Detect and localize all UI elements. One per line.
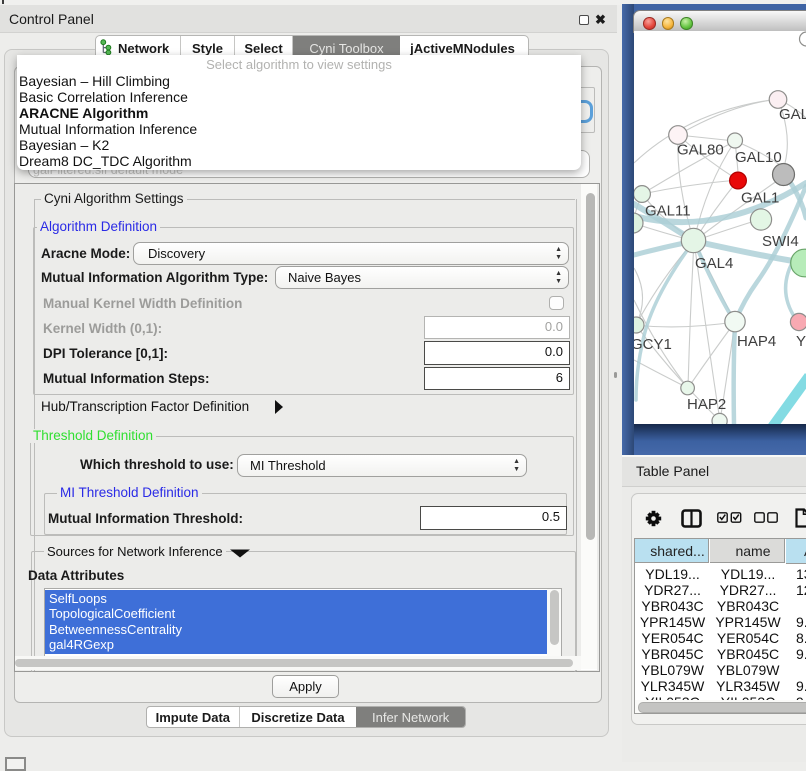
- svg-text:GAL11: GAL11: [645, 203, 691, 220]
- svg-text:GAL10: GAL10: [735, 149, 782, 166]
- svg-text:GAL1: GAL1: [741, 190, 779, 207]
- svg-text:GAL80: GAL80: [677, 142, 724, 159]
- svg-text:HAP4: HAP4: [737, 333, 776, 350]
- svg-text:GCY1: GCY1: [634, 336, 672, 353]
- svg-text:GAL4: GAL4: [695, 255, 733, 272]
- svg-text:SWI4: SWI4: [762, 233, 799, 250]
- svg-text:HAP2: HAP2: [687, 396, 726, 413]
- svg-text:Y: Y: [796, 333, 806, 350]
- svg-text:GAL2: GAL2: [779, 106, 806, 123]
